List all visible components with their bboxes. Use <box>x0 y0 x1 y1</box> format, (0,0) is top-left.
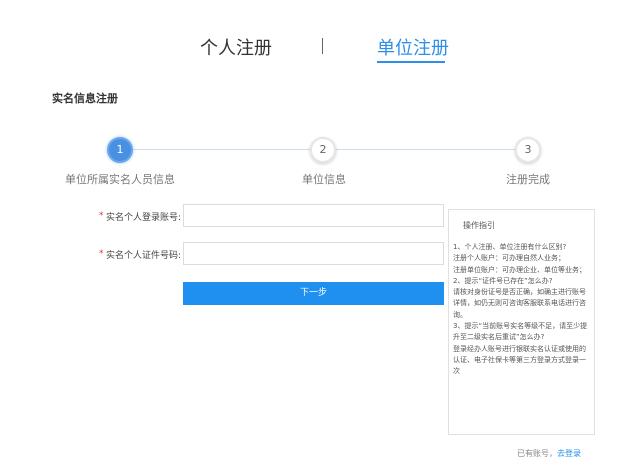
account-input[interactable] <box>183 204 444 227</box>
section-title: 实名信息注册 <box>52 92 118 105</box>
operation-guide-panel: 操作指引 1、个人注册、单位注册有什么区别? 注册个人账户：可办理自然人业务； … <box>448 209 595 435</box>
step-3-label: 注册完成 <box>506 173 550 186</box>
guide-line: 1、个人注册、单位注册有什么区别? <box>453 243 567 251</box>
login-prompt: 已有账号， <box>517 449 557 458</box>
go-login-link[interactable]: 去登录 <box>557 449 581 458</box>
step-2-label: 单位信息 <box>302 173 346 186</box>
guide-line: 3、提示“当前账号实名等级不足，请至少提 <box>453 322 588 331</box>
progress-steps: 1 单位所属实名人员信息 2 单位信息 3 注册完成 <box>0 136 640 186</box>
guide-line: 2、提示“证件号已存在”怎么办? <box>453 276 553 285</box>
guide-line: 注册个人账户：可办理自然人业务； <box>453 254 565 263</box>
guide-line: 升至二级实名后重试”怎么办? <box>453 333 545 342</box>
next-step-button[interactable]: 下一步 <box>183 282 444 305</box>
tab-personal-register[interactable]: 个人注册 <box>200 34 272 60</box>
login-prompt-row: 已有账号，去登录 <box>517 448 581 459</box>
guide-line: 请核对身份证号是否正确，如确主进行账号 <box>453 288 586 297</box>
step-1-circle: 1 <box>107 137 133 163</box>
active-tab-underline <box>377 61 445 63</box>
step-3-circle: 3 <box>515 137 541 163</box>
register-type-tabs: 个人注册 单位注册 <box>0 30 640 70</box>
id-number-label: 实名个人证件号码: <box>106 251 182 261</box>
guide-line: 认证、电子社保卡等第三方登录方式登录一 <box>453 355 586 364</box>
account-label: 实名个人登录账号: <box>106 213 182 223</box>
step-2-circle: 2 <box>310 137 336 163</box>
guide-line: 询。 <box>453 310 467 319</box>
step-1-label: 单位所属实名人员信息 <box>65 173 175 186</box>
id-number-input[interactable] <box>183 242 444 265</box>
guide-line: 次 <box>453 367 460 376</box>
required-mark: * <box>99 211 104 221</box>
guide-line: 登录经办人账号进行银联实名认证或使用的 <box>453 344 586 353</box>
tab-separator <box>322 38 323 54</box>
required-mark: * <box>99 249 104 259</box>
guide-line: 详情，如仍无则可咨询客服联系电话进行咨 <box>453 299 586 308</box>
guide-line: 注册单位账户：可办理企业、单位等业务； <box>453 265 586 274</box>
tab-unit-register[interactable]: 单位注册 <box>377 34 449 60</box>
guide-title: 操作指引 <box>463 221 495 230</box>
